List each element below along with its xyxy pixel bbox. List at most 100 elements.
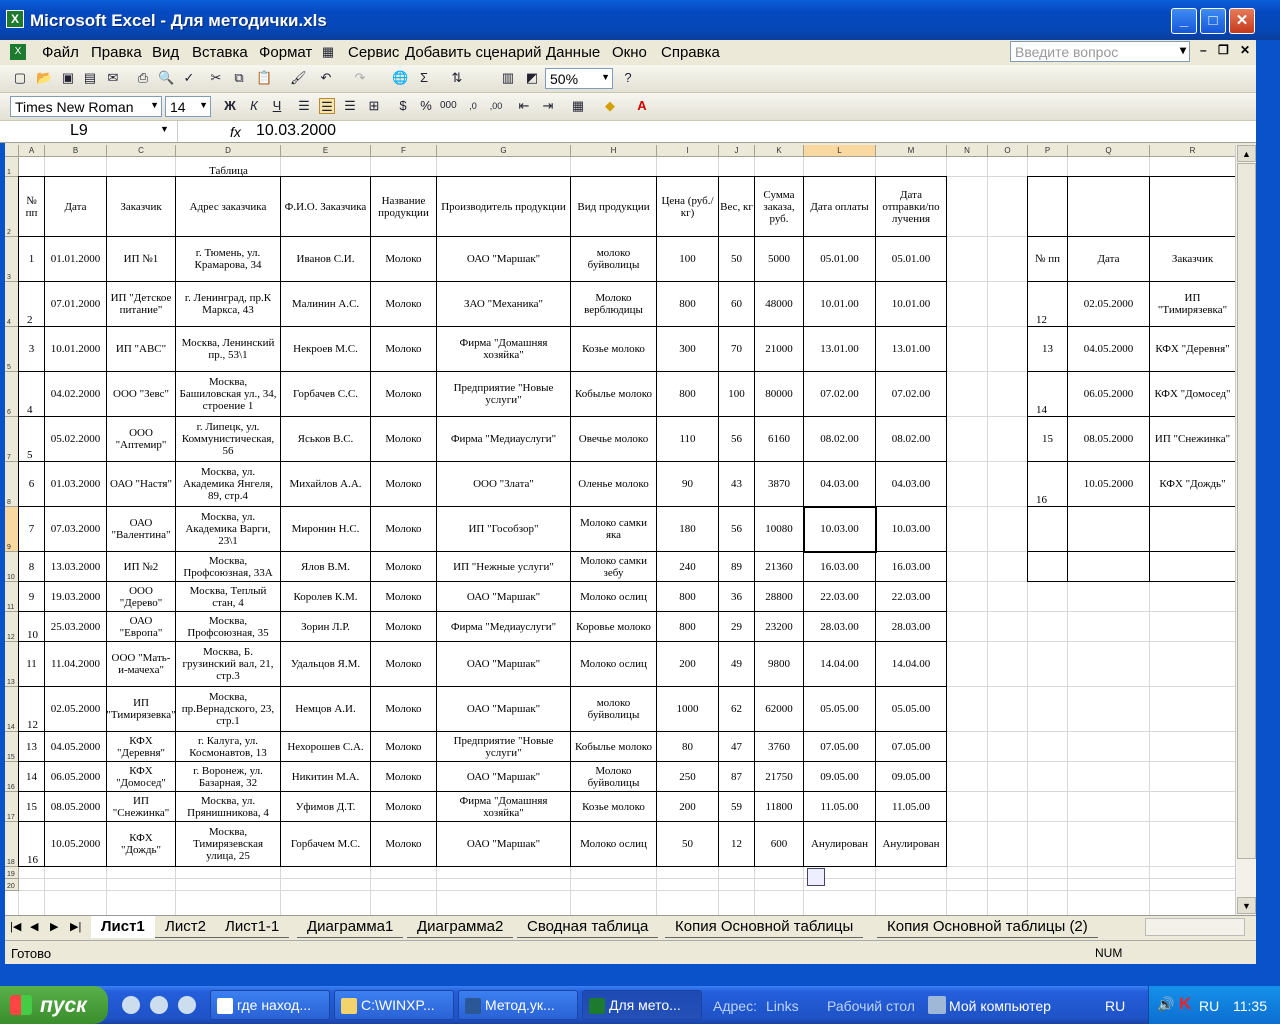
column-header[interactable]: B <box>45 145 107 157</box>
sheet-tab[interactable]: Лист2 <box>155 916 216 938</box>
help-search-input[interactable]: Введите вопрос <box>1010 41 1190 62</box>
sheet-tab[interactable]: Диаграмма1 <box>297 916 404 938</box>
table-cell[interactable]: 1 <box>19 237 45 282</box>
row-header[interactable]: 11 <box>5 582 19 612</box>
paste-options-icon[interactable] <box>807 868 825 886</box>
undo-icon[interactable]: ↶ <box>318 70 334 86</box>
row-header[interactable]: 12 <box>5 612 19 642</box>
menu-file[interactable]: Файл <box>42 44 79 61</box>
sheet-tab[interactable]: Сводная таблица <box>517 916 659 938</box>
header-cell[interactable]: Адрес заказчика <box>176 177 281 237</box>
table-cell[interactable]: 200 <box>657 792 719 822</box>
table-cell[interactable]: Уфимов Д.Т. <box>281 792 371 822</box>
table-cell[interactable]: Молоко <box>371 552 437 582</box>
table-cell[interactable]: ЗАО "Механика" <box>437 282 571 327</box>
row-header[interactable]: 14 <box>5 687 19 732</box>
save-icon[interactable]: ▣ <box>60 70 76 86</box>
menu-help[interactable]: Справка <box>661 44 720 61</box>
table-cell[interactable]: 100 <box>719 372 755 417</box>
table-cell[interactable]: ИП "Тимирязевка" <box>107 687 176 732</box>
table-cell[interactable]: ИП "АВС" <box>107 327 176 372</box>
row-header[interactable]: 4 <box>5 282 19 327</box>
table-cell[interactable]: 23200 <box>755 612 804 642</box>
table-cell[interactable]: 10 <box>19 612 45 642</box>
autosum-icon[interactable]: Σ <box>416 70 432 86</box>
align-left-icon[interactable]: ☰ <box>296 98 312 114</box>
table-cell[interactable]: 07.03.2000 <box>45 507 107 552</box>
thousands-icon[interactable]: 000 <box>440 98 457 114</box>
table-cell[interactable]: Фирма "Медиауслуги" <box>437 417 571 462</box>
table-cell[interactable]: КФХ "Домосед" <box>107 762 176 792</box>
redo-icon[interactable]: ↷ <box>352 70 368 86</box>
currency-icon[interactable]: $ <box>395 98 411 114</box>
table-cell[interactable]: Москва, Б. грузинский вал, 21, стр.3 <box>176 642 281 687</box>
side-table-cell[interactable] <box>1150 552 1235 582</box>
table-cell[interactable]: Москва, Тимирязевская улица, 25 <box>176 822 281 867</box>
table-cell[interactable]: 89 <box>719 552 755 582</box>
table-cell[interactable]: 11.05.00 <box>876 792 947 822</box>
increase-decimal-icon[interactable]: ,0 <box>465 98 481 114</box>
horizontal-scrollbar[interactable] <box>1145 918 1245 936</box>
table-cell[interactable]: Овечье молоко <box>571 417 657 462</box>
side-header-cell[interactable] <box>1150 177 1235 237</box>
table-cell[interactable]: 02.05.2000 <box>45 687 107 732</box>
side-table-cell[interactable] <box>1028 507 1068 552</box>
taskbar-excel[interactable]: Для мето... <box>582 990 702 1020</box>
table-cell[interactable]: Москва, пр.Вернадского, 23, стр.1 <box>176 687 281 732</box>
table-cell[interactable]: 48000 <box>755 282 804 327</box>
table-cell[interactable]: Молоко <box>371 612 437 642</box>
table-cell[interactable]: 04.03.00 <box>804 462 876 507</box>
table-cell[interactable]: 13 <box>19 732 45 762</box>
table-cell[interactable]: 01.01.2000 <box>45 237 107 282</box>
menu-edit[interactable]: Правка <box>91 44 142 61</box>
table-cell[interactable]: Молоко самки яка <box>571 507 657 552</box>
table-cell[interactable]: ОАО "Маршак" <box>437 822 571 867</box>
table-cell[interactable]: 60 <box>719 282 755 327</box>
table-cell[interactable]: 14 <box>19 762 45 792</box>
table-cell[interactable]: Молоко <box>371 237 437 282</box>
side-table-cell[interactable]: 10.05.2000 <box>1068 462 1150 507</box>
menu-window[interactable]: Окно <box>612 44 647 61</box>
table-cell[interactable]: 10.03.00 <box>876 507 947 552</box>
table-cell[interactable]: Молоко <box>371 687 437 732</box>
table-cell[interactable]: г. Калуга, ул. Космонавтов, 13 <box>176 732 281 762</box>
table-cell[interactable]: Молоко <box>371 642 437 687</box>
align-right-icon[interactable]: ☰ <box>342 98 358 114</box>
font-size-select[interactable]: 14 ▼ <box>165 96 211 117</box>
print-preview-icon[interactable]: 🔍 <box>158 70 174 86</box>
align-center-icon[interactable]: ☰ <box>319 98 335 114</box>
table-cell[interactable]: 14.04.00 <box>876 642 947 687</box>
table-cell[interactable]: 10.01.00 <box>876 282 947 327</box>
table-cell[interactable]: 10.01.00 <box>804 282 876 327</box>
last-sheet-icon[interactable]: ▶| <box>70 920 81 933</box>
table-cell[interactable]: 62 <box>719 687 755 732</box>
table-cell[interactable]: 800 <box>657 612 719 642</box>
side-table-cell[interactable]: 06.05.2000 <box>1068 372 1150 417</box>
table-cell[interactable]: Москва, Профсоюзная, 35 <box>176 612 281 642</box>
menu-data[interactable]: Данные <box>546 44 600 61</box>
row-header[interactable]: 5 <box>5 327 19 372</box>
table-cell[interactable]: 3 <box>19 327 45 372</box>
column-header[interactable]: K <box>755 145 804 157</box>
menu-tools[interactable]: Сервис <box>348 44 399 61</box>
column-header[interactable]: I <box>657 145 719 157</box>
table-cell[interactable]: 8 <box>19 552 45 582</box>
table-cell[interactable]: Анулирован <box>804 822 876 867</box>
table-cell[interactable]: 1000 <box>657 687 719 732</box>
table-cell[interactable]: 800 <box>657 582 719 612</box>
selected-cell[interactable] <box>803 506 877 553</box>
table-cell[interactable]: 100 <box>657 237 719 282</box>
table-cell[interactable]: Молоко <box>371 462 437 507</box>
table-cell[interactable]: 59 <box>719 792 755 822</box>
sheet-tab[interactable]: Лист1 <box>91 916 155 938</box>
table-cell[interactable]: 250 <box>657 762 719 792</box>
table-cell[interactable]: 14.04.00 <box>804 642 876 687</box>
borders-icon[interactable]: ▦ <box>570 98 586 114</box>
volume-icon[interactable]: 🔊 <box>1157 996 1174 1013</box>
table-cell[interactable]: Кобылье молоко <box>571 732 657 762</box>
side-table-cell[interactable] <box>1028 552 1068 582</box>
table-cell[interactable]: 6 <box>19 462 45 507</box>
table-cell[interactable]: 01.03.2000 <box>45 462 107 507</box>
document-icon[interactable]: X <box>10 44 26 60</box>
table-cell[interactable]: 90 <box>657 462 719 507</box>
